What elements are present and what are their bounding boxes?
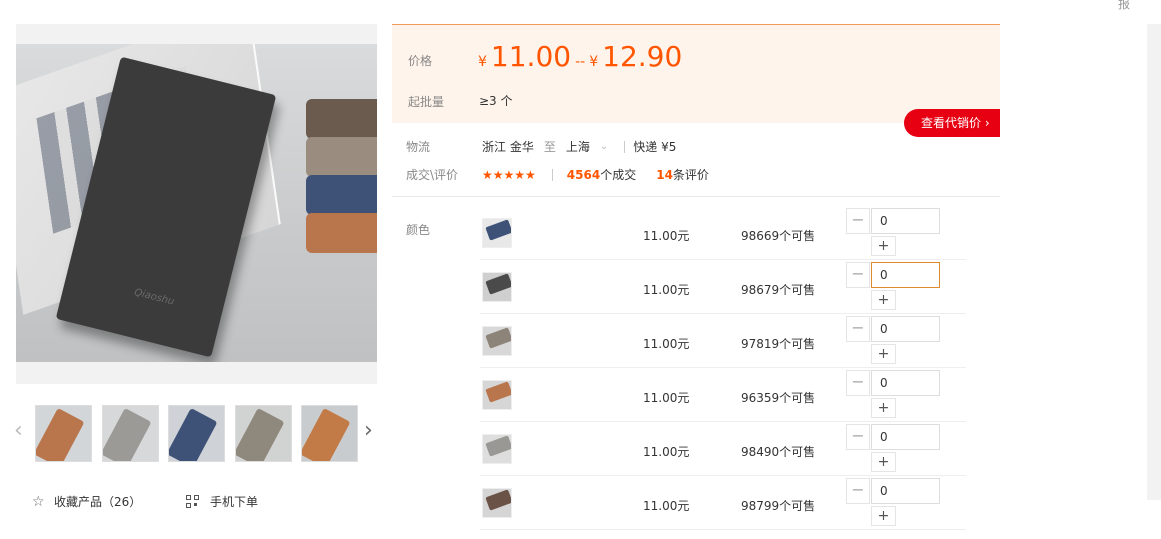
review-count[interactable]: 14 — [656, 168, 673, 182]
sku-row: 11.00元 98490个可售 −+ — [480, 422, 966, 476]
sku-row: 11.00元 98799个可售 −+ — [480, 476, 966, 530]
qty-minus-button[interactable]: − — [846, 262, 870, 288]
qr-code-icon — [186, 494, 200, 509]
moq-label: 起批量 — [408, 95, 445, 109]
logistics-label: 物流 — [406, 140, 431, 154]
color-label: 颜色 — [406, 223, 431, 237]
qty-plus-button[interactable]: + — [871, 452, 896, 472]
view-agent-price-button[interactable]: 查看代销价 › — [904, 109, 1000, 137]
qty-input[interactable] — [871, 424, 940, 450]
qty-plus-button[interactable]: + — [871, 236, 896, 256]
thumbnail-gray-wallet[interactable] — [102, 405, 159, 462]
sku-price: 11.00元 — [643, 229, 690, 243]
logistics-row: 物流 浙江 金华 至 上海 ⌄ 快递 ¥5 — [406, 138, 676, 155]
sku-row: 11.00元 97819个可售 −+ — [480, 314, 966, 368]
sku-swatch-image[interactable] — [482, 218, 512, 248]
chevron-down-icon[interactable]: ⌄ — [600, 141, 608, 152]
qty-input[interactable] — [871, 262, 940, 288]
right-scroll-strip[interactable] — [1147, 24, 1161, 500]
qty-plus-button[interactable]: + — [871, 398, 896, 418]
sku-price: 11.00元 — [643, 445, 690, 459]
price-panel: 价格 ¥ 11.00 -- ¥ 12.90 起批量 ≥3 个 — [392, 24, 1000, 123]
qty-minus-button[interactable]: − — [846, 478, 870, 504]
qty-plus-button[interactable]: + — [871, 506, 896, 526]
wallet-stack-prop — [306, 99, 377, 269]
sku-stock: 98490个可售 — [741, 445, 816, 459]
sku-stock: 98669个可售 — [741, 229, 816, 243]
sku-row: 11.00元 98679个可售 −+ — [480, 260, 966, 314]
mobile-order-button[interactable]: 手机下单 — [186, 493, 258, 510]
wallet-photo-scene: Qiaoshu — [16, 44, 377, 362]
rating-stars-icon: ★★★★★ — [482, 167, 536, 182]
favorite-button[interactable]: ☆ 收藏产品（26） — [32, 493, 141, 510]
shipping-fee: 快递 ¥5 — [633, 140, 677, 154]
destination-select[interactable]: 上海 — [566, 138, 590, 155]
mobile-order-label: 手机下单 — [210, 495, 259, 509]
divider — [551, 168, 553, 181]
sku-stock: 97819个可售 — [741, 337, 816, 351]
qty-plus-button[interactable]: + — [871, 290, 896, 310]
sku-price: 11.00元 — [643, 337, 690, 351]
deal-label: 成交\评价 — [406, 168, 459, 182]
moq-value: ≥3 个 — [479, 94, 513, 108]
deal-count-unit: 个成交 — [600, 168, 637, 182]
price-high: 12.90 — [602, 40, 683, 73]
currency-symbol: ¥ — [589, 54, 599, 70]
product-page: 报 Qiaoshu ‹ › ☆ 收藏产品（26） 手机下单 价格 ¥ 11.00… — [0, 0, 1161, 539]
qty-input[interactable] — [871, 478, 940, 504]
sku-price: 11.00元 — [643, 283, 690, 297]
sku-row: 11.00元 96359个可售 −+ — [480, 368, 966, 422]
sku-swatch-image[interactable] — [482, 380, 512, 410]
thumbnail-blue-wallet[interactable] — [168, 405, 225, 462]
currency-symbol: ¥ — [478, 54, 487, 70]
ship-from: 浙江 金华 — [482, 140, 534, 154]
qty-minus-button[interactable]: − — [846, 370, 870, 396]
qty-minus-button[interactable]: − — [846, 208, 870, 234]
sku-swatch-image[interactable] — [482, 434, 512, 464]
qty-input[interactable] — [871, 208, 940, 234]
thumb-prev-icon[interactable]: ‹ — [14, 420, 28, 444]
sku-swatch-image[interactable] — [482, 326, 512, 356]
price-range: ¥ 11.00 -- ¥ 12.90 — [478, 40, 682, 73]
review-count-unit: 条评价 — [672, 168, 709, 182]
sku-stock: 98799个可售 — [741, 499, 816, 513]
sku-price: 11.00元 — [643, 499, 690, 513]
qty-input[interactable] — [871, 316, 940, 342]
deal-row: 成交\评价 ★★★★★ 4564 个成交 14 条评价 — [406, 166, 729, 183]
to-word: 至 — [543, 140, 556, 154]
price-label: 价格 — [408, 54, 433, 68]
price-separator: -- — [575, 54, 586, 70]
thumbnail-khaki-wallet[interactable] — [235, 405, 292, 462]
sku-stock: 98679个可售 — [741, 283, 816, 297]
sku-swatch-image[interactable] — [482, 272, 512, 302]
divider — [624, 140, 626, 153]
star-outline-icon: ☆ — [32, 493, 45, 510]
qty-plus-button[interactable]: + — [871, 344, 896, 364]
thumbnail-brown-wallet[interactable] — [35, 405, 92, 462]
qty-minus-button[interactable]: − — [846, 424, 870, 450]
sku-swatch-image[interactable] — [482, 488, 512, 518]
qty-input[interactable] — [871, 370, 940, 396]
sku-stock: 96359个可售 — [741, 391, 816, 405]
qty-minus-button[interactable]: − — [846, 316, 870, 342]
section-divider — [392, 196, 1000, 197]
sku-price: 11.00元 — [643, 391, 690, 405]
main-product-image[interactable]: Qiaoshu — [16, 24, 377, 384]
corner-text: 报 — [1118, 0, 1131, 11]
sku-row: 11.00元 98669个可售 −+ — [480, 206, 966, 260]
favorite-label: 收藏产品（26） — [54, 495, 142, 509]
deal-count[interactable]: 4564 — [567, 168, 600, 182]
thumb-next-icon[interactable]: › — [364, 420, 378, 444]
price-low: 11.00 — [490, 40, 572, 73]
thumbnail-open-brown-wallet[interactable] — [301, 405, 358, 462]
